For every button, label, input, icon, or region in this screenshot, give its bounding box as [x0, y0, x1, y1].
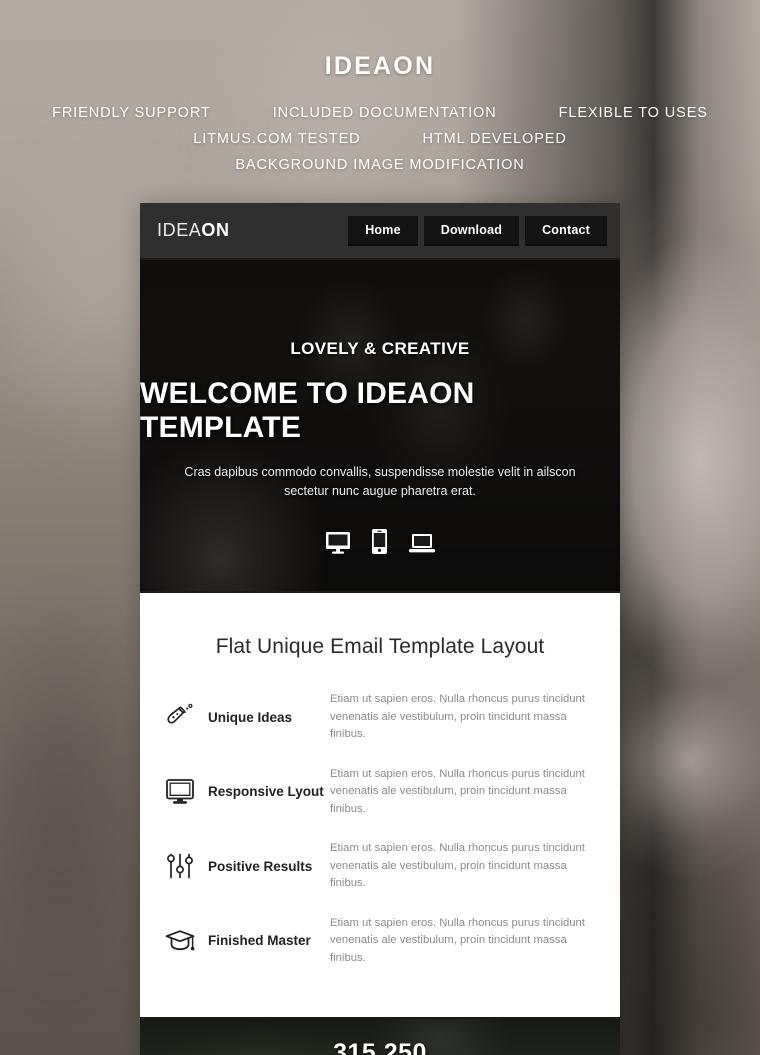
page-root: IDEAON FRIENDLY SUPPORT INCLUDED DOCUMEN… [0, 0, 760, 1055]
features-section: Flat Unique Email Template Layout Unique… [140, 593, 620, 1017]
tagline-flexible-to-uses: FLEXIBLE TO USES [558, 105, 708, 121]
tagline-html-developed: HTML DEVELOPED [422, 131, 567, 147]
monitor-icon [162, 778, 198, 805]
hero-section: LOVELY & CREATIVE WELCOME TO IDEAON TEMP… [140, 260, 620, 593]
hero-kicker: LOVELY & CREATIVE [290, 338, 470, 358]
hero-subtitle: Cras dapibus commodo convallis, suspendi… [184, 464, 576, 498]
visitor-count: 315 250 [333, 1039, 427, 1055]
stats-section: 315 250 VISITORS [140, 1017, 620, 1055]
feature-row: Positive Results Etiam ut sapien eros. N… [140, 840, 620, 893]
logo-bold-part: ON [201, 220, 230, 240]
nav-button-contact[interactable]: Contact [525, 215, 607, 246]
device-icon-row [325, 529, 435, 555]
brand-title: IDEAON [324, 52, 436, 80]
flask-icon [162, 703, 198, 731]
features-title: Flat Unique Email Template Layout [215, 635, 545, 658]
nav-button-download[interactable]: Download [423, 215, 520, 246]
feature-name: Unique Ideas [208, 709, 293, 725]
feature-row: Unique Ideas Etiam ut sapien eros. Nulla… [140, 691, 620, 744]
feature-row: Responsive Lyout Etiam ut sapien eros. N… [140, 766, 620, 819]
tagline-background-image-modification: BACKGROUND IMAGE MODIFICATION [235, 157, 525, 173]
tagline-friendly-support: FRIENDLY SUPPORT [52, 105, 211, 121]
smartphone-icon [371, 529, 387, 555]
logo-light-part: IDEA [157, 220, 202, 240]
desktop-monitor-icon [325, 532, 350, 555]
logo[interactable]: IDEAON [157, 220, 230, 241]
email-template-card: IDEAON Home Download Contact LOVELY & CR… [140, 203, 620, 1055]
feature-name: Positive Results [208, 858, 313, 874]
feature-description: Etiam ut sapien eros. Nulla rhoncus puru… [330, 693, 585, 740]
feature-description: Etiam ut sapien eros. Nulla rhoncus puru… [330, 842, 585, 889]
tagline-list: FRIENDLY SUPPORT INCLUDED DOCUMENTATION … [0, 105, 760, 173]
feature-description: Etiam ut sapien eros. Nulla rhoncus puru… [330, 916, 585, 964]
feature-name: Responsive Lyout [208, 784, 324, 800]
preheader: IDEAON FRIENDLY SUPPORT INCLUDED DOCUMEN… [0, 0, 760, 173]
graduation-cap-icon [162, 928, 198, 954]
laptop-icon [408, 534, 435, 554]
hero-title: WELCOME TO IDEAON TEMPLATE [140, 376, 475, 444]
tagline-row: BACKGROUND IMAGE MODIFICATION [0, 157, 760, 173]
tagline-row: LITMUS.COM TESTED HTML DEVELOPED [0, 131, 760, 147]
navbar: IDEAON Home Download Contact [140, 203, 620, 260]
feature-row: Finished Master Etiam ut sapien eros. Nu… [140, 915, 620, 968]
tagline-row: FRIENDLY SUPPORT INCLUDED DOCUMENTATION … [0, 105, 760, 121]
tagline-litmus-tested: LITMUS.COM TESTED [193, 131, 361, 147]
nav-links: Home Download Contact [348, 215, 607, 246]
tagline-included-documentation: INCLUDED DOCUMENTATION [272, 105, 497, 121]
nav-button-home[interactable]: Home [348, 215, 418, 246]
feature-name: Finished Master [208, 933, 311, 949]
feature-description: Etiam ut sapien eros. Nulla rhoncus puru… [330, 767, 585, 815]
sliders-icon [162, 852, 198, 880]
